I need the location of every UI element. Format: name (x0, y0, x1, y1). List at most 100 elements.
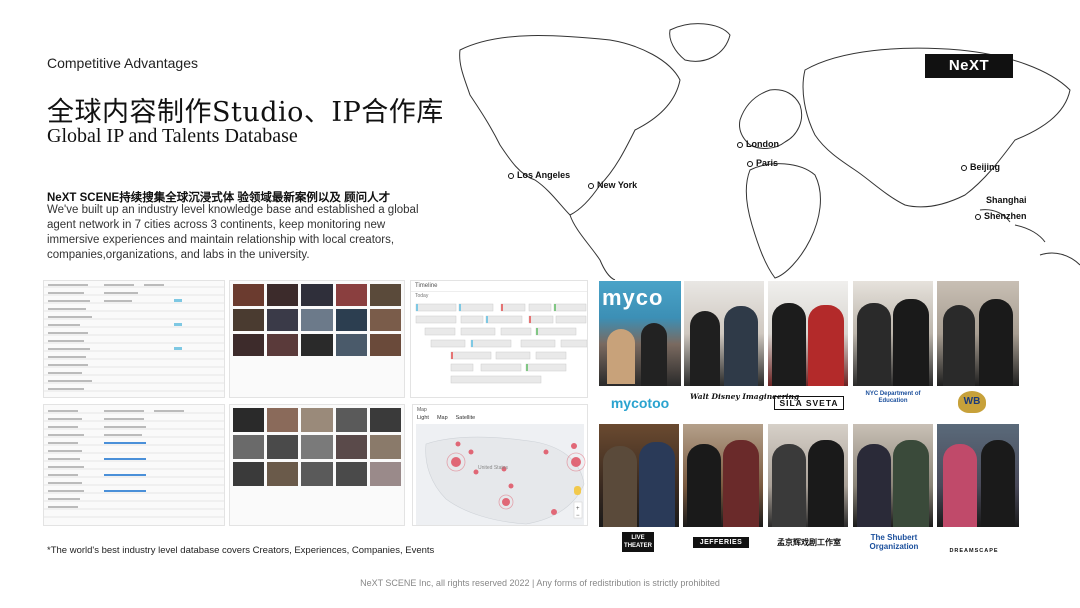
logo-sila-sveta: SILA SVETA (774, 396, 844, 410)
gallery-image (233, 334, 265, 356)
database-footnote: *The world's best industry level databas… (47, 545, 435, 556)
map-label-us: United States (478, 465, 509, 471)
gallery-image (369, 309, 401, 331)
portrait-image (267, 435, 299, 459)
person-shape (893, 299, 929, 386)
portrait-image (233, 435, 265, 459)
gallery-image (369, 334, 401, 356)
location-dot-icon (737, 141, 743, 148)
timeline-tab-today: Today (415, 293, 429, 299)
partner-photo-live-theater (599, 424, 679, 527)
location-dot-icon (961, 164, 967, 171)
person-shape (808, 305, 844, 386)
map-tab-satellite[interactable]: Satellite (456, 415, 476, 421)
person-shape (723, 440, 759, 527)
person-shape (724, 306, 758, 386)
city-marker-los-angeles: Los Angeles (508, 170, 570, 180)
gallery-image (267, 334, 299, 356)
svg-text:+: + (576, 506, 580, 512)
description-en: We've built up an industry level knowled… (47, 204, 419, 261)
gallery-image (301, 309, 333, 331)
brand-logo: NeXT SCENE (925, 54, 1013, 98)
logo-meng-jinghui-studio: 孟京辉戏剧工作室 (777, 537, 841, 547)
map-tab-light[interactable]: Light (417, 415, 429, 421)
svg-text:−: − (576, 513, 580, 519)
location-dot-icon (975, 213, 981, 220)
portrait-image (233, 462, 265, 486)
partner-photo-dreamscape (937, 424, 1019, 527)
person-shape (943, 444, 977, 527)
portrait-image (301, 408, 333, 432)
experiences-gallery-thumb (229, 280, 405, 398)
mycotoo-sign: myco (602, 285, 664, 310)
spreadsheet-rows (44, 284, 224, 392)
portrait-image (369, 435, 401, 459)
portrait-image (233, 408, 265, 432)
partner-photo-jefferies (683, 424, 763, 527)
logo-live-theater: LIVE THEATER (622, 532, 654, 552)
timeline-view-thumb: Timeline Today (410, 280, 588, 398)
person-shape (603, 446, 637, 527)
person-shape (808, 440, 844, 527)
portrait-image (335, 462, 367, 486)
gallery-image (233, 284, 265, 306)
person-shape (687, 444, 721, 527)
map-pins: + − United States (425, 436, 586, 525)
logo-mycotoo: mycotoo (610, 395, 670, 411)
person-shape (772, 444, 806, 527)
gallery-image (233, 309, 265, 331)
person-shape (857, 444, 891, 527)
person-shape (690, 311, 720, 386)
timeline-bars (415, 303, 587, 384)
spreadsheet-rows-2 (44, 410, 224, 518)
map-view-thumb: Map Light Map Satellite + − United State… (412, 404, 588, 526)
city-marker-new-york: New York (588, 180, 637, 190)
logo-wb: WB (958, 391, 986, 413)
partner-photo-disney (684, 281, 764, 386)
map-view-title: Map (417, 407, 427, 413)
person-shape (981, 440, 1015, 527)
partner-photo-nyc-doe (853, 281, 933, 386)
database-spreadsheet-thumb-2 (43, 404, 225, 526)
portrait-image (369, 462, 401, 486)
copyright-footer: NeXT SCENE Inc, all rights reserved 2022… (360, 578, 720, 588)
gallery-image (301, 334, 333, 356)
location-dot-icon (508, 172, 514, 179)
portrait-image (267, 408, 299, 432)
gallery-image (267, 284, 299, 306)
portrait-image (335, 408, 367, 432)
person-shape (893, 440, 929, 527)
partner-photo-shubert (853, 424, 933, 527)
city-marker-shanghai: Shanghai (986, 195, 1027, 205)
person-shape (943, 305, 975, 386)
gallery-image (301, 284, 333, 306)
city-marker-beijing: Beijing (961, 162, 1000, 172)
logo-shubert-organization: The Shubert Organization (869, 533, 919, 551)
gallery-image (335, 309, 367, 331)
person-shape (857, 303, 891, 386)
gallery-image (369, 284, 401, 306)
logo-dreamscape: DREAMSCAPE (949, 548, 999, 554)
person-shape (772, 303, 806, 386)
city-marker-paris: Paris (747, 158, 778, 168)
portrait-image (335, 435, 367, 459)
portrait-image (301, 462, 333, 486)
gallery-image (267, 309, 299, 331)
section-kicker: Competitive Advantages (47, 55, 198, 71)
partner-photo-wb (937, 281, 1019, 386)
city-marker-london: London (737, 139, 779, 149)
timeline-title: Timeline (411, 281, 587, 292)
partner-photo-sila-sveta (768, 281, 848, 386)
partner-photo-mycotoo: myco (599, 281, 681, 386)
map-tab-map[interactable]: Map (437, 415, 448, 421)
creators-gallery-thumb (229, 404, 405, 526)
gallery-image (335, 334, 367, 356)
partner-photo-meng-jinghui (768, 424, 848, 527)
map-canvas[interactable]: + − United States (416, 424, 586, 525)
logo-disney-imagineering: Walt Disney Imagineering (690, 392, 800, 401)
person-shape (979, 299, 1013, 386)
person-shape (641, 323, 667, 386)
city-marker-shenzhen: Shenzhen (975, 211, 1027, 221)
page-title-en: Global IP and Talents Database (47, 125, 298, 147)
gallery-image (335, 284, 367, 306)
